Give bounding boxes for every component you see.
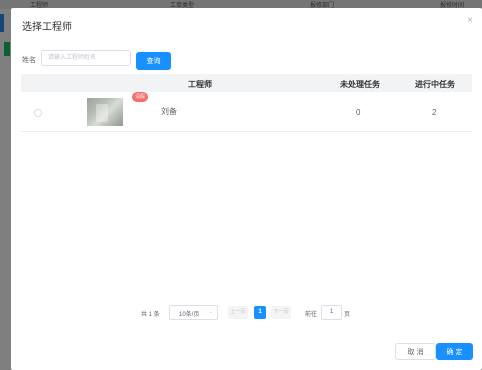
goto-unit-label: 页	[344, 312, 351, 318]
prev-page-button[interactable]: 上一页	[228, 306, 248, 319]
in-progress-count: 2	[432, 108, 437, 117]
column-header-in-progress: 进行中任务	[415, 80, 455, 89]
name-field-label: 姓名	[22, 57, 36, 64]
table-header: 工程师 未处理任务 进行中任务	[21, 74, 472, 92]
search-button[interactable]: 查询	[136, 52, 171, 70]
pagination-total: 共 1 条	[141, 312, 160, 318]
cancel-button[interactable]: 取 消	[395, 343, 436, 360]
page-size-value: 10条/页	[179, 312, 200, 318]
select-engineer-dialog: 选择工程师 × 姓名 查询 工程师 未处理任务 进行中任务 请假 刘备 0 2 …	[11, 8, 482, 370]
confirm-button[interactable]: 确 定	[436, 343, 473, 360]
leave-status-badge: 请假	[132, 92, 149, 102]
close-icon[interactable]: ×	[467, 15, 473, 26]
next-page-button[interactable]: 下一页	[271, 306, 291, 319]
pending-count: 0	[356, 108, 361, 117]
page-size-select[interactable]: 10条/页 ⌄	[169, 305, 218, 320]
goto-page-input[interactable]: 1	[321, 305, 342, 320]
row-radio[interactable]	[34, 109, 42, 117]
dialog-title: 选择工程师	[22, 22, 72, 33]
chevron-down-icon: ⌄	[208, 309, 213, 315]
engineer-name-input[interactable]	[41, 50, 131, 66]
current-page-button[interactable]: 1	[254, 306, 266, 319]
column-header-pending: 未处理任务	[340, 80, 380, 89]
goto-label: 前往	[305, 312, 318, 318]
engineer-photo	[87, 98, 123, 126]
table-row[interactable]: 请假 刘备 0 2	[21, 92, 472, 132]
engineer-name: 刘备	[161, 107, 177, 116]
column-header-engineer: 工程师	[188, 80, 212, 89]
